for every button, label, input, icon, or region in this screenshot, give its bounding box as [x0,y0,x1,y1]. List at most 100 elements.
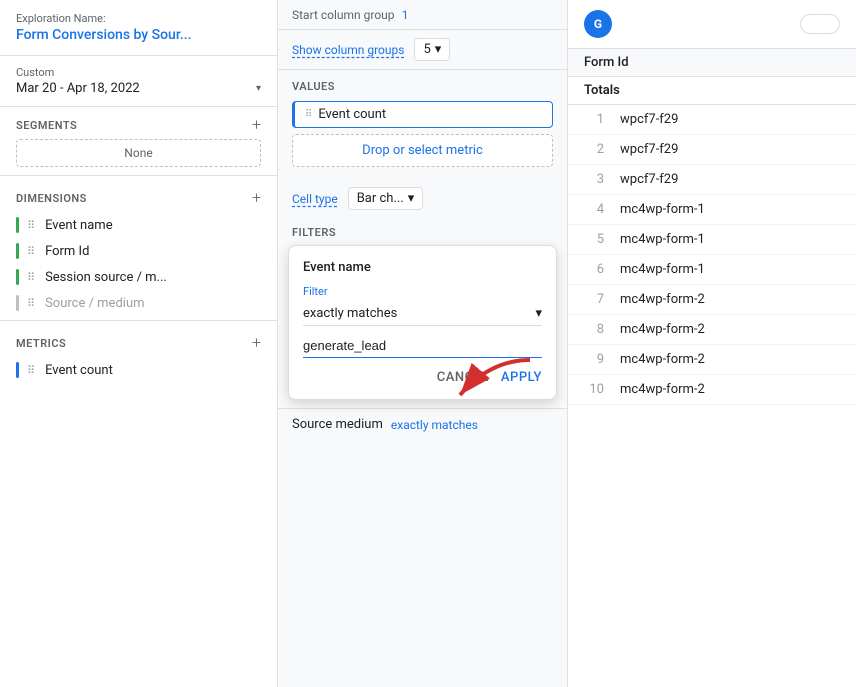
event-count-chip[interactable]: ⠿ Event count [292,101,553,128]
dim-dots-inactive: ⠿ [27,297,35,310]
dim-bar-form-id [16,243,19,259]
start-column-group-label: Start column group [292,8,395,22]
table-row[interactable]: 4 mc4wp-form-1 [568,195,856,225]
dim-bar-event-name [16,217,19,233]
table-header: Form Id [568,49,856,77]
row-value: wpcf7-f29 [620,142,678,157]
filter-value-input[interactable] [303,334,542,358]
exploration-title-section: Exploration Name: Form Conversions by So… [0,12,277,56]
filter-label: Filter [303,285,542,298]
col-group-value: 5 [423,42,430,57]
filter-match-arrow[interactable]: ▾ [535,306,542,321]
dimensions-header: DIMENSIONS + [0,180,277,212]
row-value: mc4wp-form-2 [620,292,705,307]
dim-label-form-id: Form Id [45,244,261,259]
values-section: VALUES ⠿ Event count Drop or select metr… [278,70,567,181]
chip-dots: ⠿ [305,109,312,120]
row-number: 5 [584,232,604,247]
totals-section: Totals [568,77,856,105]
row-number: 10 [584,382,604,397]
segments-header: SEGMENTS + [0,107,277,139]
row-value: mc4wp-form-1 [620,262,705,277]
filter-apply-button[interactable]: APPLY [501,370,542,385]
cell-type-row: Cell type Bar ch... ▾ [278,181,567,216]
table-row[interactable]: 2 wpcf7-f29 [568,135,856,165]
metric-bar [16,362,19,378]
row-number: 1 [584,112,604,127]
filter-match-value: exactly matches [303,306,397,321]
metric-label-event-count: Event count [45,363,113,378]
cell-type-select[interactable]: Bar ch... ▾ [348,187,424,210]
dim-label-session-source: Session source / m... [45,270,261,285]
dimensions-title: DIMENSIONS [16,192,87,205]
date-custom-label: Custom [16,66,261,79]
metrics-add-button[interactable]: + [252,335,261,351]
filter-cancel-button[interactable]: CANCEL [437,370,489,385]
date-dropdown-arrow[interactable]: ▾ [256,83,261,94]
drop-metric-zone[interactable]: Drop or select metric [292,134,553,167]
dim-label-source-medium: Source / medium [45,296,261,311]
filter-popup: Event name Filter exactly matches ▾ CANC… [288,245,557,400]
row-value: mc4wp-form-1 [620,202,705,217]
cell-type-dropdown-arrow[interactable]: ▾ [408,191,415,206]
table-row[interactable]: 10 mc4wp-form-2 [568,375,856,405]
dimension-form-id[interactable]: ⠿ Form Id [0,238,277,264]
column-group-header: Start column group 1 [278,0,567,30]
filter-actions: CANCEL APPLY [303,370,542,385]
segments-none: None [16,139,261,167]
table-row[interactable]: 9 mc4wp-form-2 [568,345,856,375]
dimension-session-source[interactable]: ⠿ Session source / m... [0,264,277,290]
row-number: 4 [584,202,604,217]
exploration-label: Exploration Name: [16,12,261,25]
metrics-section: METRICS + ⠿ Event count [0,320,277,383]
left-panel: Exploration Name: Form Conversions by So… [0,0,278,687]
source-medium-filter-row: Source medium exactly matches [278,408,567,440]
row-number: 3 [584,172,604,187]
form-id-column-header: Form Id [584,55,840,70]
dim-bar-source-medium [16,295,19,311]
row-number: 9 [584,352,604,367]
row-value: mc4wp-form-1 [620,232,705,247]
event-count-label: Event count [318,107,386,122]
dim-dots: ⠿ [27,245,35,258]
table-row[interactable]: 6 mc4wp-form-1 [568,255,856,285]
row-number: 7 [584,292,604,307]
row-value: wpcf7-f29 [620,172,678,187]
dim-bar-session-source [16,269,19,285]
table-row[interactable]: 1 wpcf7-f29 [568,105,856,135]
filter-event-name-label: Event name [303,260,542,275]
show-col-groups-label[interactable]: Show column groups [292,43,404,57]
exploration-name: Form Conversions by Sour... [16,27,261,43]
table-row[interactable]: 3 wpcf7-f29 [568,165,856,195]
data-table: 1 wpcf7-f29 2 wpcf7-f29 3 wpcf7-f29 4 mc… [568,105,856,687]
table-row[interactable]: 5 mc4wp-form-1 [568,225,856,255]
dim-label-event-name: Event name [45,218,261,233]
show-col-groups-row: Show column groups 5 ▾ [278,30,567,70]
segments-title: SEGMENTS [16,119,77,132]
toggle-switch[interactable] [800,14,840,34]
dimensions-add-button[interactable]: + [252,190,261,206]
row-number: 6 [584,262,604,277]
metric-event-count[interactable]: ⠿ Event count [0,357,277,383]
dimension-source-medium[interactable]: ⠿ Source / medium [0,290,277,316]
metric-dots: ⠿ [27,364,35,377]
cell-type-label[interactable]: Cell type [292,192,338,206]
middle-panel: Start column group 1 Show column groups … [278,0,568,687]
right-header: G [568,0,856,49]
exactly-matches-label: exactly matches [391,418,478,432]
filter-match-select[interactable]: exactly matches ▾ [303,302,542,326]
col-group-dropdown-arrow[interactable]: ▾ [435,42,442,57]
dim-dots: ⠿ [27,219,35,232]
row-value: mc4wp-form-2 [620,322,705,337]
segments-add-button[interactable]: + [252,117,261,133]
metrics-header: METRICS + [0,325,277,357]
ga-icon: G [584,10,612,38]
start-column-group-num: 1 [402,8,409,22]
right-panel: G Form Id Totals 1 wpcf7-f29 2 wpcf7-f29… [568,0,856,687]
col-group-select[interactable]: 5 ▾ [414,38,450,61]
table-row[interactable]: 8 mc4wp-form-2 [568,315,856,345]
totals-label: Totals [584,83,620,98]
table-row[interactable]: 7 mc4wp-form-2 [568,285,856,315]
dimension-event-name[interactable]: ⠿ Event name [0,212,277,238]
date-section[interactable]: Custom Mar 20 - Apr 18, 2022 ▾ [0,56,277,107]
